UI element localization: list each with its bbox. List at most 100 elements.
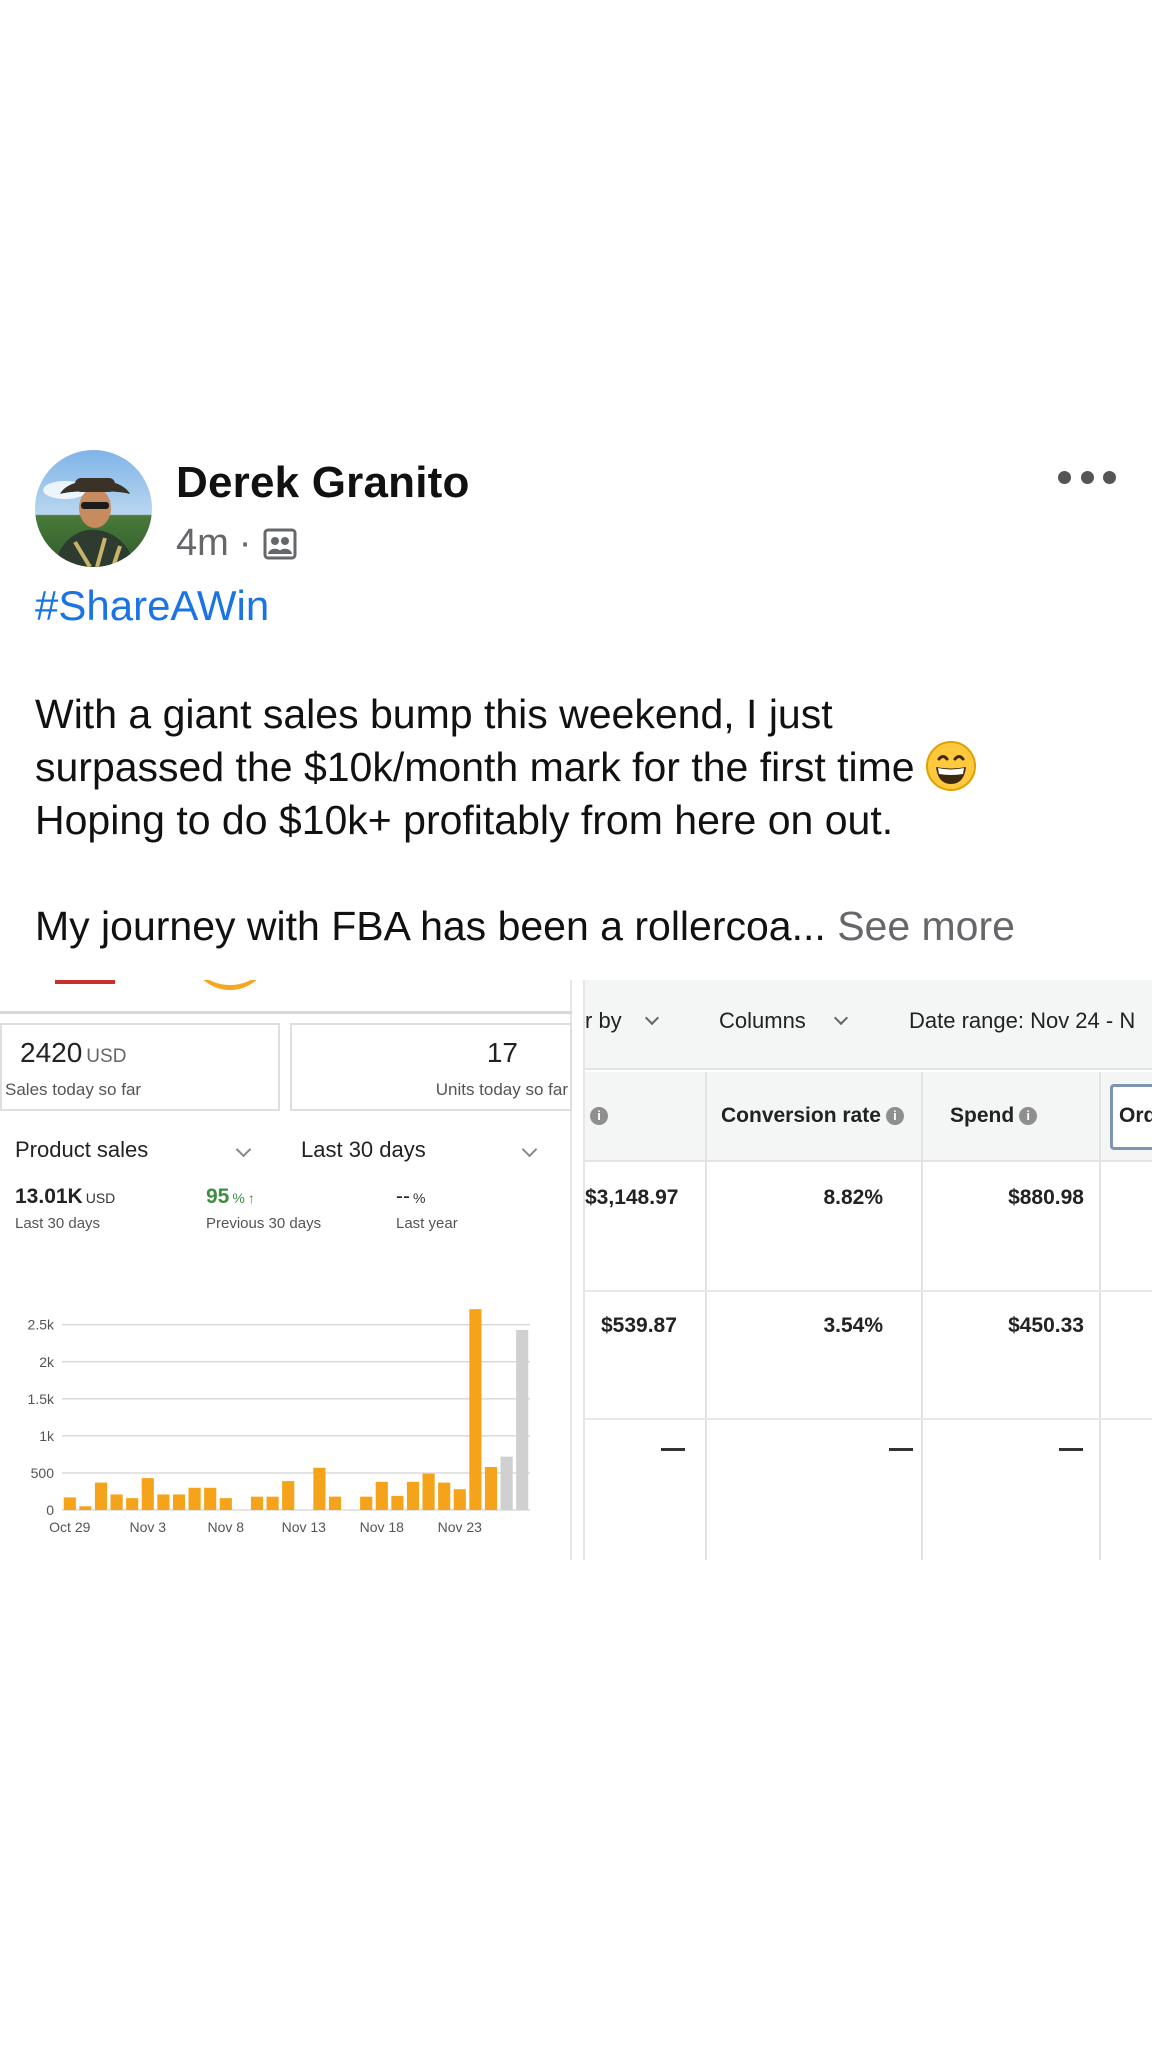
logo-arc — [190, 980, 270, 990]
chart-bar — [157, 1494, 170, 1510]
stat-label: Last year — [396, 1215, 458, 1232]
column-header-orders[interactable]: Ord — [1119, 1104, 1152, 1128]
red-tab-indicator — [55, 980, 115, 984]
stat-number: -- — [396, 1185, 410, 1208]
y-tick-label: 1.5k — [28, 1391, 55, 1407]
info-icon[interactable]: i — [885, 1107, 904, 1126]
post-text-line-2: surpassed the $10k/month mark for the fi… — [35, 741, 1125, 794]
table-cell: 3.54% — [823, 1314, 883, 1337]
table-cell: $450.33 — [1008, 1314, 1084, 1337]
chart-bar — [79, 1506, 92, 1510]
chart-bar — [453, 1489, 466, 1510]
more-options-button[interactable] — [1058, 462, 1116, 492]
chart-bar — [469, 1309, 482, 1510]
table-cell: $880.98 — [1008, 1186, 1084, 1209]
table-cell: 8.82% — [823, 1186, 883, 1209]
post-meta: 4m · — [176, 522, 297, 565]
chevron-down-icon[interactable] — [833, 1010, 849, 1026]
chart-bar — [484, 1467, 498, 1510]
journey-text: My journey with FBA has been a rollercoa… — [35, 903, 826, 949]
stat-label: Last 30 days — [15, 1215, 101, 1232]
chart-bar — [375, 1481, 388, 1510]
x-tick-label: Nov 13 — [282, 1519, 327, 1535]
post-text-line-content: surpassed the $10k/month mark for the fi… — [35, 744, 915, 790]
ads-table-panel: r by Columns Date range: Nov 24 - N i Co… — [583, 980, 1152, 1560]
columns-dropdown[interactable]: Columns — [719, 1008, 806, 1034]
stat-value: --% — [396, 1185, 458, 1209]
units-today-card: 17 Units today so far — [290, 1023, 572, 1111]
header-label: Spend — [950, 1104, 1015, 1127]
chart-bar — [391, 1495, 404, 1510]
empty-cell-dash — [661, 1448, 685, 1451]
sales-today-label: Sales today so far — [5, 1080, 142, 1099]
table-cell: $3,148.97 — [585, 1186, 679, 1209]
table-toolbar: r by Columns Date range: Nov 24 - N — [585, 980, 1152, 1070]
see-more-link[interactable]: See more — [837, 903, 1015, 949]
sales-bar-chart: 0 500 1k 1.5k 2k 2.5k Oct 29 Nov 3 Nov 8 Nov 13 No… — [28, 1309, 530, 1535]
post-body: With a giant sales bump this weekend, I … — [35, 688, 1125, 847]
stat-number: 13.01K — [15, 1185, 83, 1208]
chart-bar — [313, 1467, 326, 1510]
stat-previous-30: 95% ↑ Previous 30 days — [206, 1185, 321, 1232]
group-icon[interactable] — [263, 528, 297, 560]
chart-bar — [188, 1487, 201, 1510]
stat-value: 13.01K USD — [15, 1185, 115, 1209]
x-tick-label: Nov 3 — [130, 1519, 167, 1535]
author-avatar[interactable] — [35, 450, 152, 567]
stat-last-30: 13.01K USD Last 30 days — [15, 1185, 115, 1232]
units-today-value: 17 — [486, 1037, 518, 1068]
stat-value: 95% ↑ — [206, 1185, 321, 1209]
stat-label: Previous 30 days — [206, 1215, 322, 1232]
chart-bar — [204, 1487, 217, 1510]
y-tick-label: 1k — [39, 1428, 55, 1444]
info-icon[interactable]: i — [1019, 1107, 1038, 1126]
table-cell: $539.87 — [601, 1314, 677, 1337]
table-row[interactable] — [585, 1420, 1152, 1548]
chart-bar — [500, 1456, 513, 1510]
empty-cell-dash — [889, 1448, 913, 1451]
chart-bar — [328, 1496, 342, 1510]
arrow-up-icon: ↑ — [247, 1190, 255, 1206]
post-time[interactable]: 4m — [176, 522, 229, 565]
filter-by-dropdown[interactable]: r by — [585, 1008, 622, 1034]
post-text-truncated: My journey with FBA has been a rollercoa… — [35, 900, 1015, 953]
column-header-conversion-rate[interactable]: Conversion rate i — [721, 1104, 904, 1128]
chart-bar — [282, 1481, 295, 1510]
more-dots-icon — [1058, 470, 1071, 484]
sales-dashboard-panel: 2420 USD Sales today so far 17 Units toda… — [0, 980, 572, 1560]
empty-cell-dash — [1059, 1448, 1083, 1451]
metric-dropdown[interactable]: Product sales — [15, 1137, 148, 1163]
sales-today-value: 2420 USD — [20, 1037, 126, 1069]
avatar-image — [35, 450, 152, 567]
range-dropdown[interactable]: Last 30 days — [301, 1137, 426, 1163]
hashtag-link[interactable]: #ShareAWin — [35, 582, 269, 630]
column-header-partial[interactable]: i — [585, 1104, 608, 1128]
table-row[interactable]: $3,148.97 8.82% $880.98 — [585, 1164, 1152, 1292]
chart-bar — [266, 1496, 279, 1510]
divider — [0, 1011, 572, 1014]
stat-unit: % — [232, 1190, 245, 1206]
y-tick-label: 0 — [46, 1502, 54, 1518]
y-tick-label: 2k — [39, 1354, 55, 1370]
dashboard-top-strip — [0, 980, 572, 1014]
stat-unit: USD — [85, 1190, 116, 1206]
x-tick-label: Oct 29 — [49, 1519, 90, 1535]
post-image[interactable]: 2420 USD Sales today so far 17 Units toda… — [0, 980, 1152, 1560]
info-icon[interactable]: i — [590, 1107, 608, 1126]
stat-unit: % — [413, 1190, 426, 1206]
chart-bar — [94, 1482, 108, 1510]
date-range-picker[interactable]: Date range: Nov 24 - N — [909, 1008, 1135, 1034]
y-tick-label: 500 — [31, 1465, 55, 1481]
table-row[interactable]: $539.87 3.54% $450.33 — [585, 1292, 1152, 1420]
y-tick-label: 2.5k — [28, 1317, 55, 1333]
chevron-down-icon[interactable] — [235, 1141, 252, 1158]
sales-today-card: 2420 USD Sales today so far — [0, 1023, 280, 1111]
chart-bar — [110, 1494, 123, 1510]
chevron-down-icon[interactable] — [521, 1141, 538, 1158]
sales-today-unit: USD — [86, 1046, 127, 1067]
x-tick-label: Nov 8 — [208, 1519, 245, 1535]
column-header-spend[interactable]: Spend i — [950, 1104, 1038, 1128]
chevron-down-icon[interactable] — [644, 1010, 660, 1026]
author-name[interactable]: Derek Granito — [176, 458, 470, 508]
chart-bar — [250, 1496, 264, 1510]
